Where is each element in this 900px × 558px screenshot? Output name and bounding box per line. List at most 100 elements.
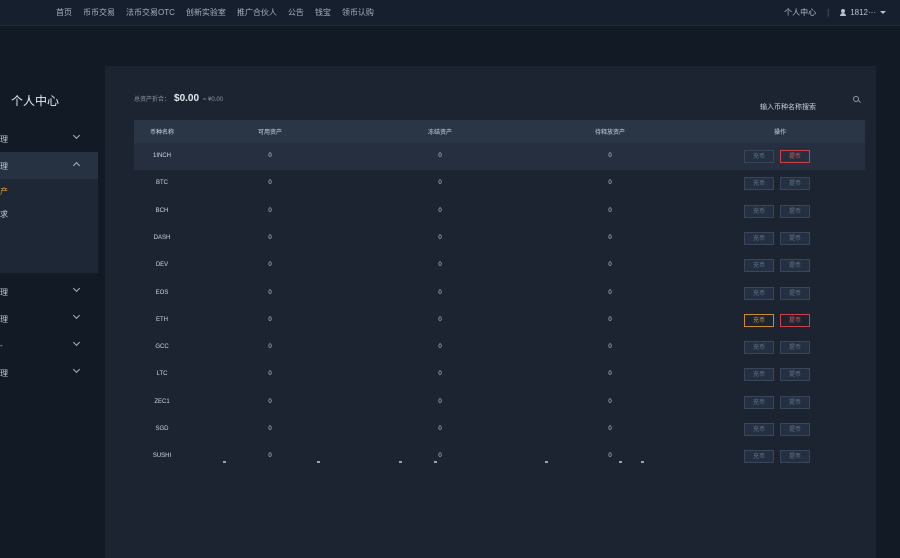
available-balance: 0 (268, 344, 272, 351)
sidebar-item-2[interactable]: 理 (0, 152, 98, 179)
coin-search[interactable]: 输入币种名称搜索 (760, 96, 861, 111)
withdraw-button[interactable]: 提币 (780, 150, 810, 163)
nav-item-subscription[interactable]: 领币认购 (342, 7, 374, 18)
artifact-mark (317, 461, 320, 463)
withdraw-button[interactable]: 提币 (780, 450, 810, 464)
sidebar-title: 个人中心 (11, 94, 60, 108)
withdraw-button[interactable]: 提币 (780, 231, 810, 245)
column-header-coin: 币种名称 (149, 130, 174, 136)
divider: | (827, 8, 830, 17)
available-balance: 0 (268, 207, 272, 214)
nav-item-otc[interactable]: 法币交易OTC (126, 7, 175, 18)
pending-balance: 0 (608, 234, 612, 241)
deposit-button[interactable]: 充币 (744, 341, 774, 355)
withdraw-button[interactable]: 提币 (780, 368, 810, 382)
chevron-down-icon (72, 311, 81, 320)
submenu-item-assets[interactable]: 产 (0, 186, 8, 197)
frozen-balance: 0 (438, 371, 442, 378)
table-row: EOS 0 0 0 充币 提币 (134, 280, 865, 307)
table-row: BTC 0 0 0 充币 提币 (134, 170, 865, 197)
withdraw-button[interactable]: 提币 (780, 341, 810, 355)
deposit-button[interactable]: 充币 (744, 286, 774, 300)
pending-balance: 0 (608, 153, 612, 159)
chevron-down-icon (72, 284, 81, 293)
coin-name: 1INCH (152, 153, 171, 159)
frozen-balance: 0 (438, 262, 442, 269)
coin-name: ETH (156, 316, 168, 323)
table-row: DEV 0 0 0 充币 提币 (134, 252, 865, 279)
table-row: LTC 0 0 0 充币 提币 (134, 361, 865, 388)
nav-item-innovation-lab[interactable]: 创新实验室 (186, 7, 226, 18)
table-row: SUSHI 0 0 0 充币 提币 (134, 443, 865, 470)
available-balance: 0 (268, 234, 272, 241)
deposit-button[interactable]: 充币 (744, 395, 774, 409)
frozen-balance: 0 (438, 344, 442, 351)
table-row: SGD 0 0 0 充币 提币 (134, 416, 865, 443)
nav-item-wallet[interactable]: 钱宝 (315, 7, 331, 18)
deposit-button[interactable]: 充币 (744, 313, 774, 327)
deposit-button[interactable]: 充币 (744, 177, 774, 191)
frozen-balance: 0 (438, 234, 442, 241)
sidebar-item-4[interactable]: 理 (0, 305, 98, 332)
deposit-button[interactable]: 充币 (744, 259, 774, 273)
pending-balance: 0 (608, 180, 612, 187)
pending-balance: 0 (608, 426, 612, 432)
sidebar-item-3[interactable]: 理 (0, 278, 98, 305)
nav-item-announcement[interactable]: 公告 (288, 7, 304, 18)
asset-summary: 总资产折合： $0.00 ≈ ¥0.00 (134, 93, 223, 107)
total-assets-cny: ≈ ¥0.00 (203, 97, 224, 103)
withdraw-button[interactable]: 提币 (780, 204, 810, 218)
search-icon[interactable] (853, 96, 859, 102)
withdraw-button[interactable]: 提币 (780, 313, 810, 327)
sidebar-item-1[interactable]: 理 (0, 125, 98, 152)
coin-name: EOS (155, 289, 169, 296)
available-balance: 0 (268, 289, 272, 296)
sidebar-item-label: 理 (0, 135, 8, 144)
column-header-actions: 操作 (773, 130, 786, 136)
frozen-balance: 0 (438, 289, 442, 296)
sidebar-submenu: 产 求 (0, 179, 98, 273)
withdraw-button[interactable]: 提币 (780, 423, 810, 436)
table-row: 1INCH 0 0 0 充币 提币 (134, 143, 865, 170)
user-menu[interactable]: 1812··· (840, 8, 886, 17)
frozen-balance: 0 (438, 153, 442, 159)
chevron-down-icon (72, 131, 81, 140)
coin-name: BCH (155, 207, 169, 214)
withdraw-button[interactable]: 提币 (780, 395, 810, 409)
frozen-balance: 0 (438, 180, 442, 187)
available-balance: 0 (268, 426, 272, 432)
pending-balance: 0 (608, 262, 612, 269)
nav-item-home[interactable]: 首页 (56, 7, 72, 18)
deposit-button[interactable]: 充币 (744, 204, 774, 218)
top-right-area: 个人中心 | 1812··· (784, 0, 886, 25)
deposit-button[interactable]: 充币 (744, 368, 774, 382)
nav-item-partner[interactable]: 推广合伙人 (237, 7, 277, 18)
frozen-balance: 0 (438, 426, 442, 432)
search-input[interactable]: 输入币种名称搜索 (760, 104, 816, 111)
pending-balance: 0 (608, 316, 612, 323)
sidebar-item-label: 理 (0, 162, 8, 171)
pending-balance: 0 (608, 344, 612, 351)
column-header-pending: 待释放资产 (594, 130, 625, 136)
deposit-button[interactable]: 充币 (744, 450, 774, 464)
sidebar-item-6[interactable]: 理 (0, 359, 98, 386)
withdraw-button[interactable]: 提币 (780, 177, 810, 191)
deposit-button[interactable]: 充币 (744, 423, 774, 436)
deposit-button[interactable]: 充币 (744, 231, 774, 245)
submenu-item-requests[interactable]: 求 (0, 209, 8, 220)
table-header: 币种名称 可用资产 冻结资产 待释放资产 操作 (134, 120, 865, 143)
nav-item-spot-trading[interactable]: 币币交易 (83, 7, 115, 18)
artifact-mark (641, 461, 644, 463)
top-nav-bar: 首页 币币交易 法币交易OTC 创新实验室 推广合伙人 公告 钱宝 领币认购 个… (0, 0, 900, 26)
pending-balance: 0 (608, 371, 612, 378)
deposit-button[interactable]: 充币 (744, 150, 774, 163)
coin-name: SUSHI (152, 453, 172, 460)
column-header-frozen: 冻结资产 (427, 130, 452, 136)
sidebar-item-5[interactable]: - (0, 332, 98, 359)
caret-down-icon (880, 11, 886, 14)
available-balance: 0 (268, 316, 272, 323)
withdraw-button[interactable]: 提币 (780, 286, 810, 300)
personal-center-link[interactable]: 个人中心 (784, 7, 816, 18)
sidebar-item-label: 理 (0, 315, 8, 324)
withdraw-button[interactable]: 提币 (780, 259, 810, 273)
